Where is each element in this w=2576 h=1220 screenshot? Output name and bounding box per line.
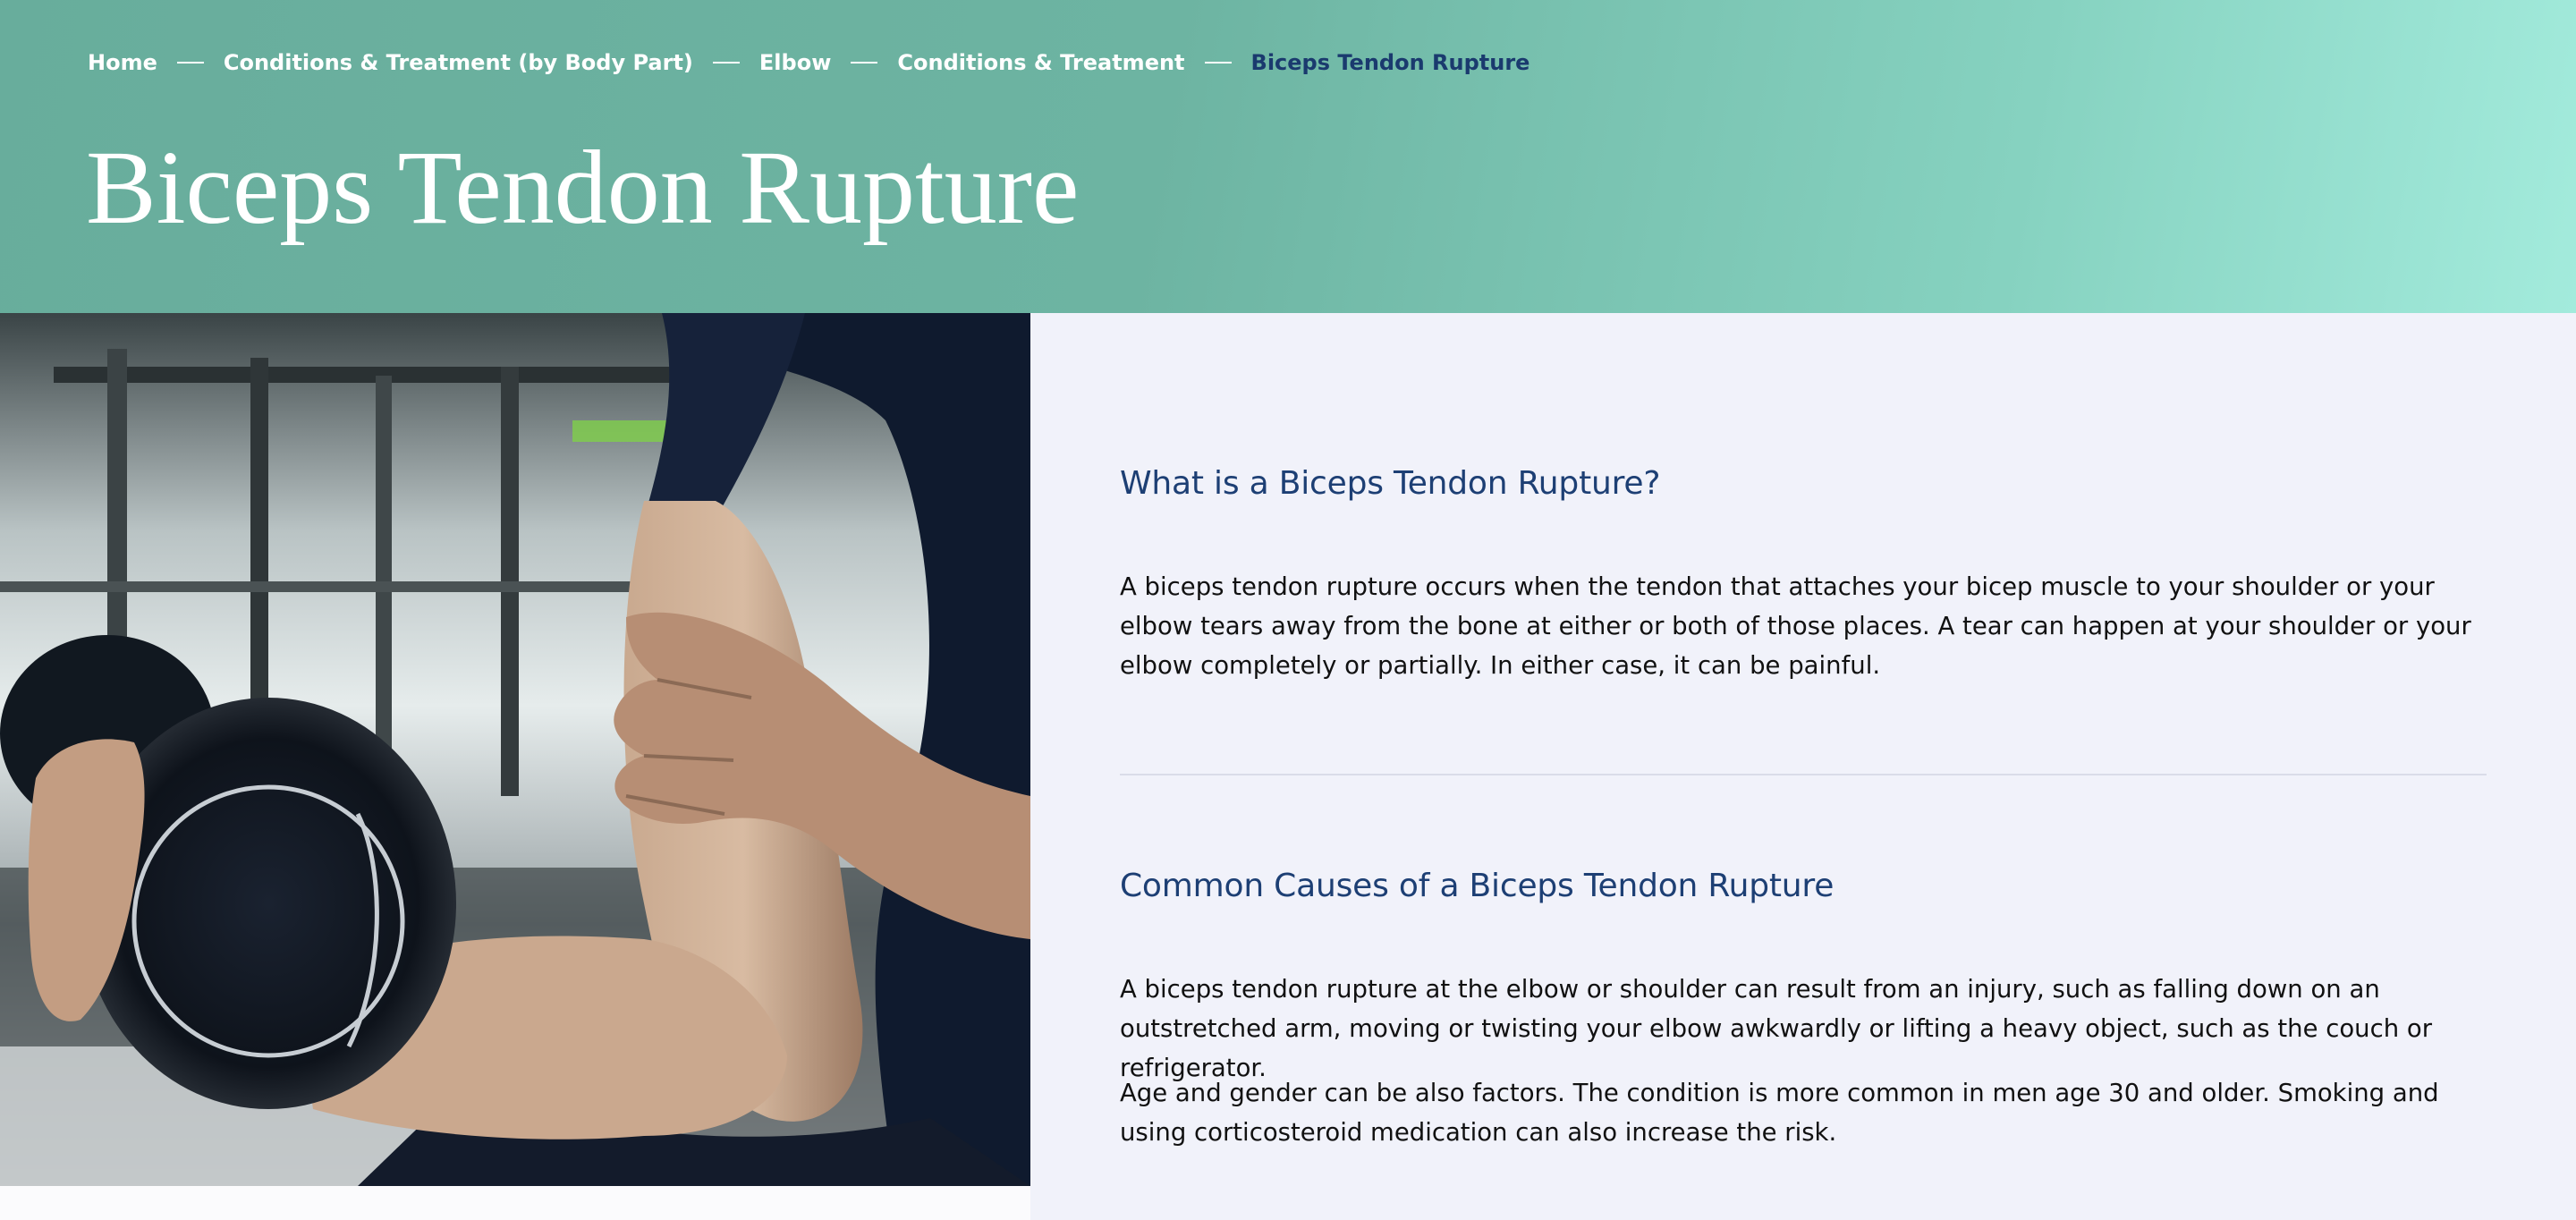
page-header: Home Conditions & Treatment (by Body Par…: [0, 0, 2576, 313]
section-heading: What is a Biceps Tendon Rupture?: [1120, 465, 1661, 502]
section-heading: Common Causes of a Biceps Tendon Rupture: [1120, 868, 1835, 904]
photo-footer-strip: [0, 1186, 1030, 1220]
section-paragraph: Age and gender can be also factors. The …: [1120, 1079, 2439, 1147]
breadcrumb-elbow[interactable]: Elbow: [759, 50, 831, 75]
section-paragraph: A biceps tendon rupture occurs when the …: [1120, 572, 2471, 680]
breadcrumb-conditions-treatment[interactable]: Conditions & Treatment: [897, 50, 1184, 75]
breadcrumb-separator: [712, 62, 740, 64]
breadcrumb-current: Biceps Tendon Rupture: [1250, 50, 1530, 75]
breadcrumb-separator: [1204, 62, 1232, 64]
breadcrumb-home[interactable]: Home: [88, 50, 157, 75]
hero-photo: [0, 313, 1030, 1186]
section-paragraph: A biceps tendon rupture at the elbow or …: [1120, 975, 2433, 1082]
section-divider: [1120, 774, 2487, 775]
breadcrumb-separator: [851, 62, 878, 64]
biceps-curl-photo: [0, 313, 1030, 1186]
page-title: Biceps Tendon Rupture: [86, 129, 1080, 246]
breadcrumb: Home Conditions & Treatment (by Body Par…: [88, 47, 1530, 79]
breadcrumb-separator: [176, 62, 204, 64]
content-panel: What is a Biceps Tendon Rupture? A bicep…: [1030, 313, 2576, 1220]
breadcrumb-conditions-by-body-part[interactable]: Conditions & Treatment (by Body Part): [224, 50, 693, 75]
